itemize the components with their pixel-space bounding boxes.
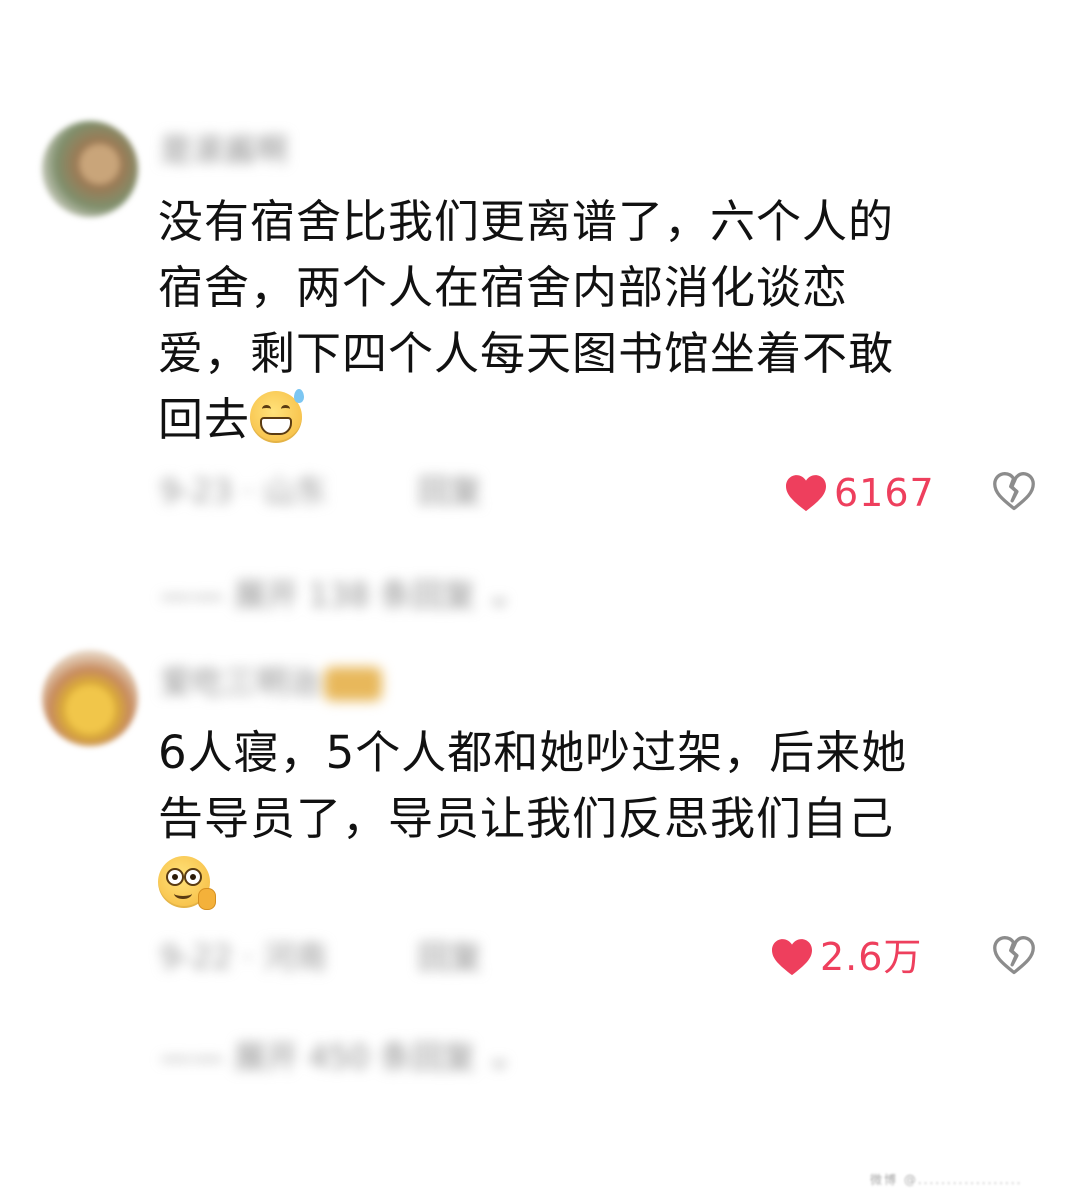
- watermark: 微博 @..................: [870, 1173, 1023, 1187]
- avatar[interactable]: [42, 121, 138, 217]
- expand-replies-button[interactable]: —— 展开 138 条回复 ⌄: [160, 572, 513, 618]
- username-text: 爱吃三明治: [160, 663, 321, 701]
- username[interactable]: 是滚酱啊: [160, 128, 288, 172]
- date-location: 9-23 · 山东: [160, 472, 328, 510]
- like-count: 6167: [834, 471, 935, 515]
- reply-button[interactable]: 回复: [418, 934, 482, 980]
- heart-icon: [786, 475, 826, 512]
- date-location: 9-22 · 河南: [160, 938, 328, 976]
- comment-text: 6人寝，5个人都和她吵过架，后来她 告导员了，导员让我们反思我们自己: [158, 720, 1038, 918]
- like-count: 2.6万: [820, 935, 923, 979]
- chevron-down-icon: ⌄: [485, 576, 513, 614]
- broken-heart-icon[interactable]: [992, 470, 1036, 514]
- reply-button[interactable]: 回复: [418, 468, 482, 514]
- like-button[interactable]: 2.6万: [770, 932, 922, 982]
- comment-list: 是滚酱啊 没有宿舍比我们更离谱了，六个人的 宿舍，两个人在宿舍内部消化谈恋 爱，…: [0, 0, 1080, 1204]
- username[interactable]: 爱吃三明治: [160, 660, 383, 704]
- grinning-sweat-emoji-icon: [250, 389, 305, 443]
- sandwich-icon: [324, 667, 383, 701]
- broken-heart-icon[interactable]: [992, 934, 1036, 978]
- expand-replies-label: —— 展开 138 条回复: [160, 576, 476, 614]
- expand-replies-button[interactable]: —— 展开 450 条回复 ⌄: [160, 1034, 513, 1080]
- wide-eyed-emoji-icon: [158, 856, 216, 910]
- comment-text: 没有宿舍比我们更离谱了，六个人的 宿舍，两个人在宿舍内部消化谈恋 爱，剩下四个人…: [158, 189, 1038, 453]
- heart-icon: [772, 939, 812, 976]
- chevron-down-icon: ⌄: [485, 1038, 513, 1076]
- like-button[interactable]: 6167: [784, 468, 935, 518]
- avatar[interactable]: [42, 650, 138, 746]
- expand-replies-label: —— 展开 450 条回复: [160, 1038, 476, 1076]
- comment-body: 6人寝，5个人都和她吵过架，后来她 告导员了，导员让我们反思我们自己: [158, 726, 908, 845]
